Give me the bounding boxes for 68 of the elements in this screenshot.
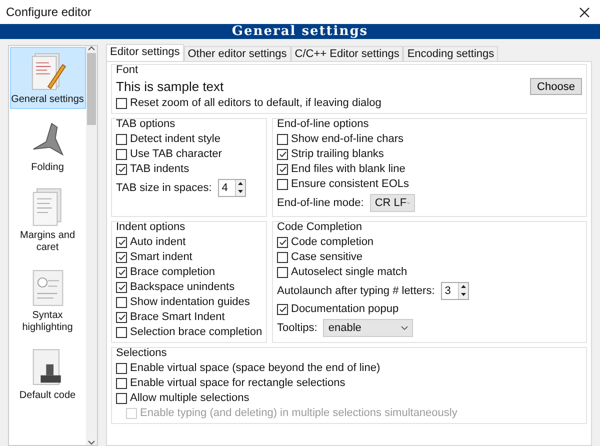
checkbox-option[interactable]: Case sensitive [277,250,363,264]
checkbox-option[interactable]: Smart indent [116,250,192,264]
down-arrow-icon [238,190,243,193]
checkbox-option[interactable]: Strip trailing blanks [277,147,384,161]
decrement-button[interactable] [458,290,468,298]
checkbox-option[interactable]: Reset zoom of all editors to default, if leaving dialog [116,96,382,110]
checkbox-option[interactable]: End files with blank line [277,162,406,176]
down-arrow-icon [460,293,466,296]
number-spinner[interactable]: 4 [218,178,246,196]
choose-button[interactable]: Choose [530,78,582,95]
checkbox-option[interactable]: Autoselect single match [277,265,408,279]
dropdown[interactable]: CR LF [370,194,415,212]
tab[interactable]: C/C++ Editor settings [290,46,404,61]
check-icon [278,238,286,246]
checkbox-option[interactable]: Enable virtual space (space beyond the end of line) [116,361,380,375]
sidebar-item[interactable]: Syntax highlighting [10,263,86,337]
checkbox-option[interactable]: Show end-of-line chars [277,132,404,146]
group-title: TAB options [116,118,176,130]
sidebar-item[interactable]: Folding [10,115,86,177]
chevron-down-icon [406,200,410,204]
checkbox-option[interactable]: Ensure consistent EOLs [277,177,410,191]
increment-button[interactable] [458,282,468,290]
group-title: End-of-line options [277,118,370,130]
check-icon [278,306,286,312]
field-label: TAB size in spaces: [116,182,212,194]
sidebar-item[interactable]: General settings [10,47,86,109]
up-arrow-icon [460,285,466,288]
group-title: Indent options [116,221,186,233]
tab[interactable]: Editor settings [106,44,184,61]
increment-button[interactable] [236,180,245,188]
sidebar-item[interactable]: Margins and caret [10,183,86,257]
checkbox-option[interactable]: Use TAB character [116,147,222,161]
field-label: Tooltips: [277,322,318,334]
page-header: General settings [0,24,600,39]
font-sample: This is sample text [116,79,224,94]
scroll-down-icon [88,440,95,445]
field-label: Autolaunch after typing # letters: [277,284,435,296]
tab[interactable]: Other editor settings [184,46,291,61]
close-icon [579,6,590,18]
checkbox-option[interactable]: Allow multiple selections [116,391,250,405]
checkbox-option[interactable]: TAB indents [116,162,190,176]
group-title: Font [116,64,140,76]
checkbox-option[interactable]: Show indentation guides [116,295,250,309]
checkbox-option[interactable]: Documentation popup [277,302,399,316]
checkbox-option[interactable]: Auto indent [116,235,186,249]
checkbox-option[interactable]: Backspace unindents [116,280,235,294]
number-spinner[interactable]: 3 [440,282,469,300]
check-icon [118,166,126,172]
group-title: Code Completion [277,221,363,233]
checkbox-option[interactable]: Code completion [277,235,374,249]
tab[interactable]: Encoding settings [403,46,498,61]
chevron-down-icon [401,326,408,330]
window-title: Configure editor [6,5,92,19]
checkbox-option[interactable]: Detect indent style [116,132,220,146]
group-title: Selections [116,347,168,359]
up-arrow-icon [238,182,243,185]
dropdown[interactable]: enable [323,318,414,336]
checkbox-option[interactable]: Enable virtual space for rectangle selections [116,376,346,390]
scroll-up-icon [88,46,95,51]
scrollbar[interactable] [86,46,97,445]
field-label: End-of-line mode: [277,196,364,208]
decrement-button[interactable] [236,188,245,196]
checkbox-option[interactable]: Brace Smart Indent [116,310,225,324]
check-icon [118,314,126,320]
scrollbar-thumb[interactable] [87,53,96,125]
checkbox-option[interactable]: Brace completion [116,265,215,279]
sidebar-item[interactable]: Default code [10,343,86,405]
checkbox-option[interactable]: Selection brace completion [116,325,262,339]
